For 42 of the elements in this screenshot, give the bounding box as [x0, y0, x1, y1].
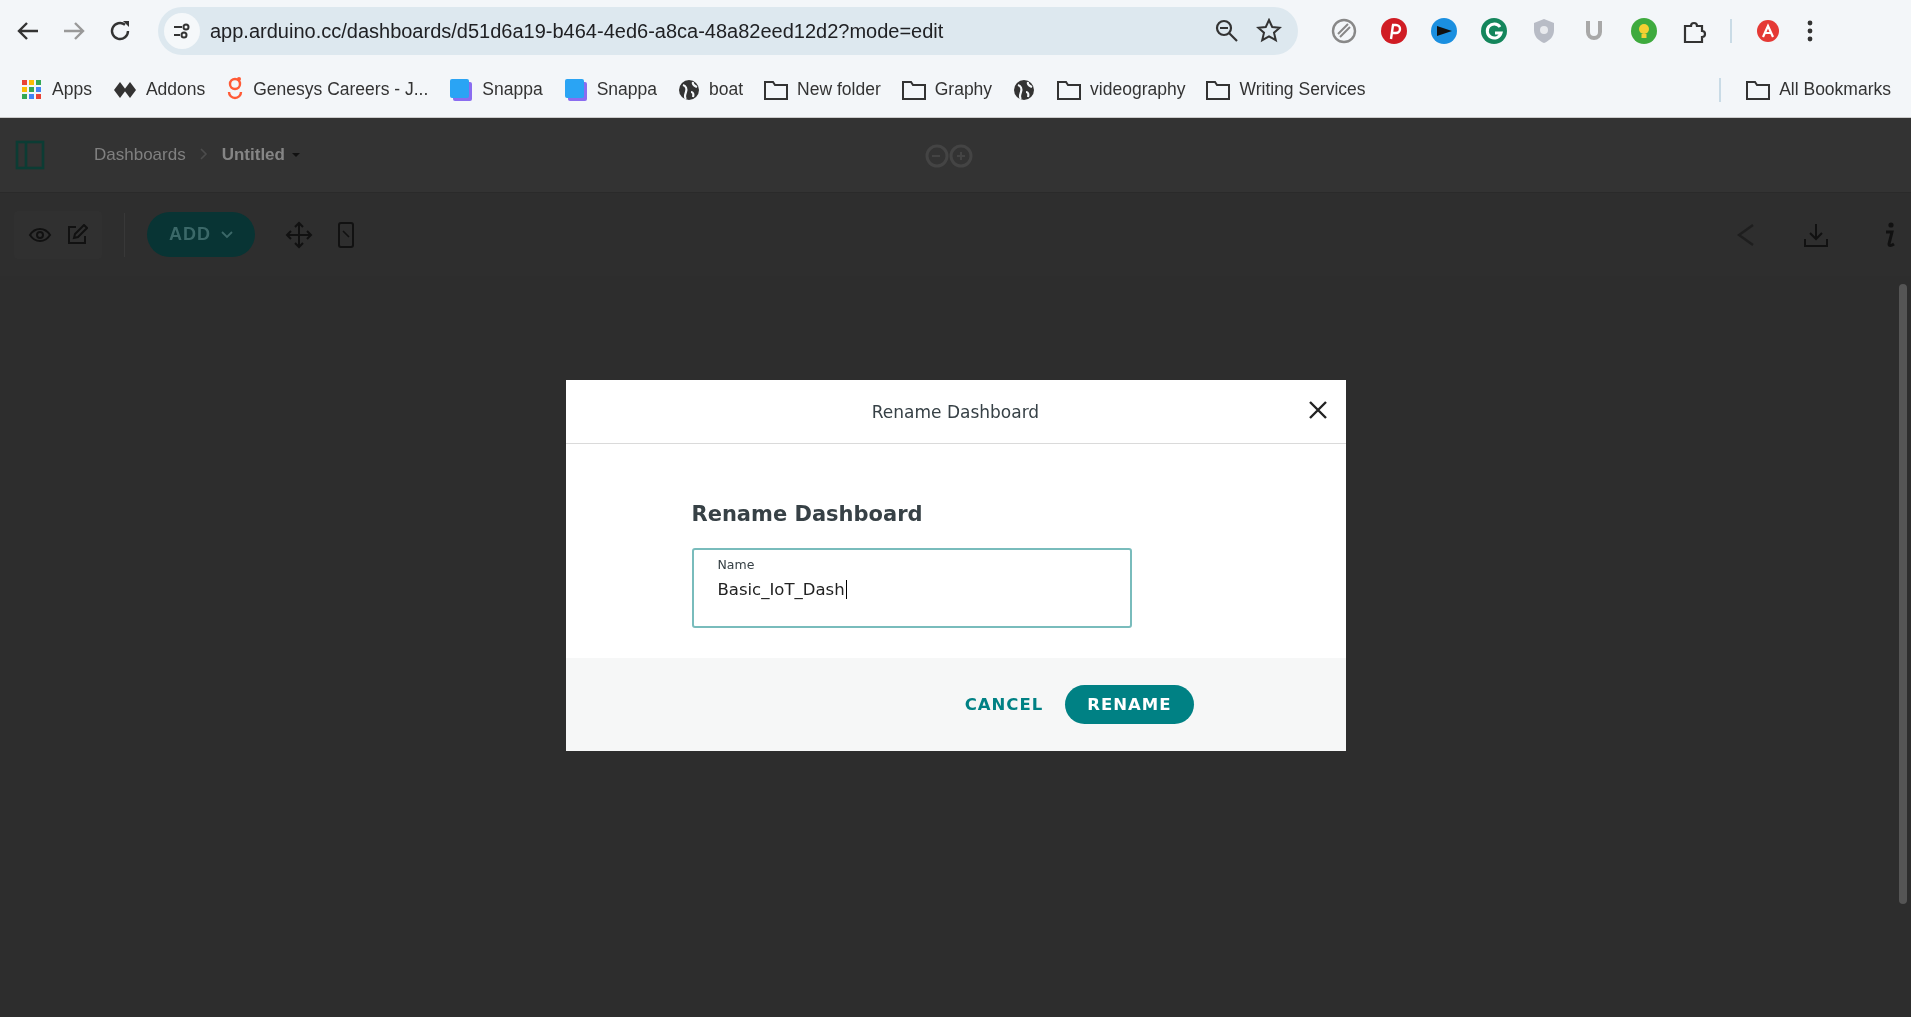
folder-icon [1056, 78, 1083, 101]
bookmark[interactable]: Graphy [890, 72, 1003, 107]
bookmark[interactable]: Addons [101, 71, 216, 108]
lightbulb-icon[interactable] [1630, 17, 1658, 45]
folder-icon [763, 78, 790, 101]
close-icon[interactable] [1307, 400, 1328, 420]
folder-icon [900, 78, 927, 101]
dialog-title: Rename Dashboard [871, 401, 1040, 422]
flag-circle-icon[interactable] [1430, 17, 1458, 45]
bookmark[interactable]: Writing Services [1195, 72, 1376, 107]
squares-icon [562, 76, 589, 103]
all-bookmarks-button[interactable]: All Bookmarks [1735, 72, 1901, 107]
caret-icon [290, 151, 301, 159]
dialog-heading: Rename Dashboard [691, 502, 924, 526]
profile-icon[interactable] [1754, 17, 1782, 45]
zoom-icon[interactable] [1214, 18, 1240, 44]
g-logo-icon[interactable] [1480, 17, 1508, 45]
bookmark[interactable]: Genesys Careers - J... [215, 69, 439, 110]
chevron-icon [199, 148, 208, 160]
bookmark[interactable]: Snappa [438, 70, 553, 109]
scrollbar[interactable] [1899, 284, 1907, 904]
bookmark[interactable]: New folder [753, 72, 891, 107]
apps-grid-icon [20, 77, 44, 102]
blocked-circle-icon[interactable] [1330, 17, 1358, 45]
name-field[interactable]: Name Basic_IoT_Dash [691, 548, 1132, 628]
bookmark[interactable]: videography [1046, 72, 1196, 107]
rename-button[interactable]: RENAME [1065, 685, 1194, 724]
field-label: Name [717, 557, 755, 572]
bookmark[interactable]: Apps [10, 71, 102, 108]
folder-icon [1745, 78, 1772, 101]
sidebar-toggle-icon[interactable] [14, 139, 46, 171]
bookmark[interactable]: Snappa [552, 70, 667, 109]
bookmark-star-icon[interactable] [1256, 18, 1282, 44]
globe-icon[interactable] [1012, 77, 1037, 102]
bookmark[interactable]: boat [667, 71, 754, 108]
cancel-button[interactable]: CANCEL [964, 685, 1044, 724]
folder-icon [1205, 78, 1232, 101]
chevron-down-icon [221, 230, 233, 239]
field-value: Basic_IoT_Dash [717, 580, 847, 599]
site-settings-icon[interactable] [164, 13, 200, 49]
globe-icon [677, 77, 701, 102]
squares-icon [448, 76, 475, 103]
